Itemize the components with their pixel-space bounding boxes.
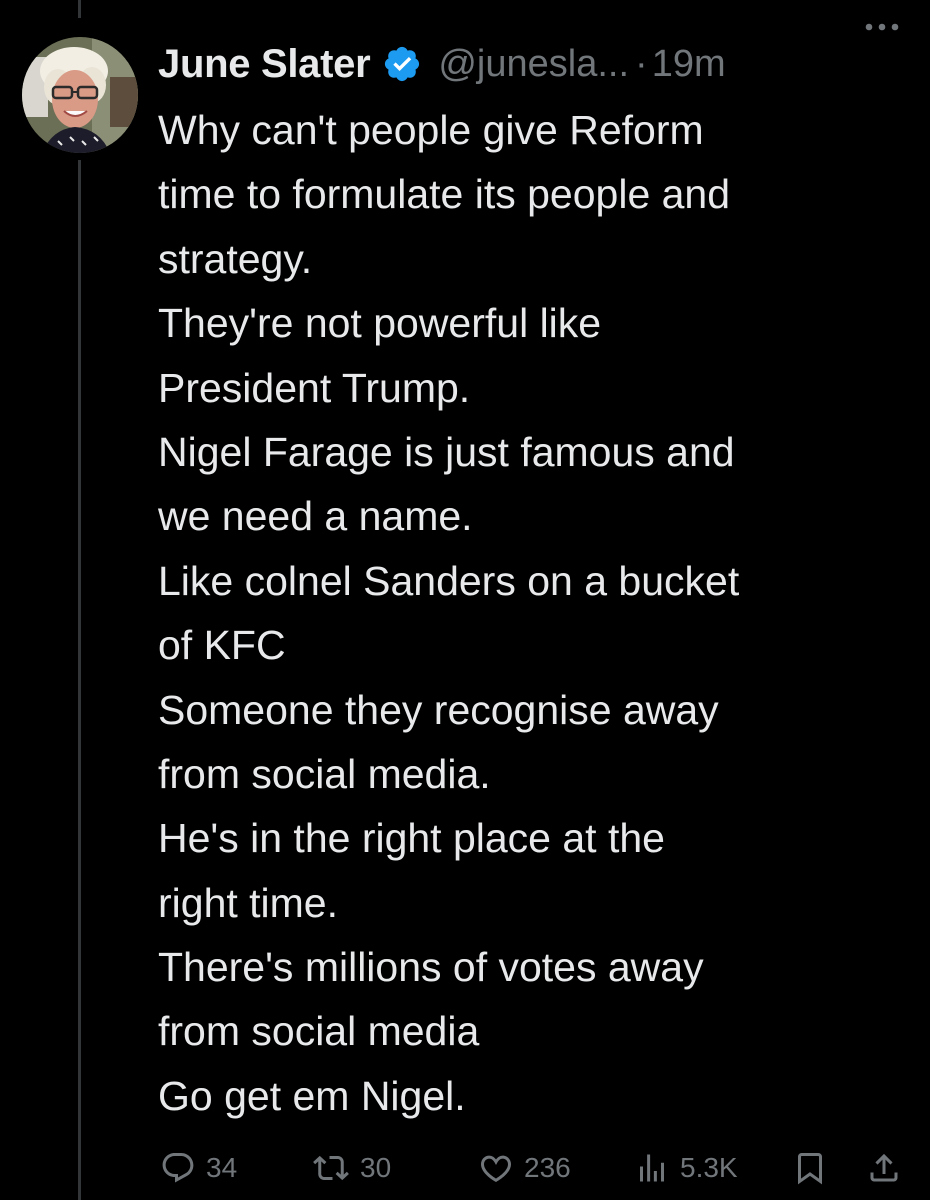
repost-icon [313,1155,349,1181]
share-button[interactable] [866,1145,902,1191]
views-count: 5.3K [680,1152,738,1183]
heart-icon [481,1155,511,1182]
reply-count: 34 [206,1152,238,1183]
thread-line-bottom [78,160,81,1200]
action-bar: 34 30 236 5.3K [0,1145,930,1191]
avatar[interactable] [22,37,138,153]
tweet-line: from social media [158,1008,480,1055]
tweet-line: President Trump. [158,364,471,411]
tweet-line: time to formulate its people and [158,171,731,218]
tweet-line: He's in the right place at the [158,815,665,862]
display-name[interactable]: June Slater [158,42,371,87]
verified-badge-icon[interactable] [382,44,422,84]
like-count: 236 [524,1152,571,1183]
tweet-line: Someone they recognise away [158,686,719,733]
tweet-line: strategy. [158,235,313,282]
timestamp[interactable]: 19m [652,43,726,86]
tweet-line: right time. [158,879,338,926]
tweet-line: Like colnel Sanders on a bucket [158,557,740,604]
like-button[interactable]: 236 [478,1145,571,1191]
views-icon [640,1154,664,1182]
user-handle[interactable]: @junesla... [438,43,629,86]
tweet-text: Why can't people give Reform time to for… [158,98,898,1128]
tweet-line: Why can't people give Reform [158,107,704,153]
tweet-line: There's millions of votes away [158,944,704,991]
more-options-icon[interactable] [864,20,900,34]
bookmark-button[interactable] [792,1145,828,1191]
reply-button[interactable]: 34 [160,1145,237,1191]
views-button[interactable]: 5.3K [634,1145,738,1191]
tweet-line: we need a name. [158,493,473,540]
thread-line-top [78,0,81,18]
bookmark-icon [798,1153,822,1185]
repost-count: 30 [360,1152,392,1183]
reply-icon [162,1153,194,1183]
tweet-line: from social media. [158,750,491,797]
tweet-line: of KFC [158,622,286,669]
repost-button[interactable]: 30 [312,1145,391,1191]
separator-dot: · [635,42,648,85]
tweet-line: Nigel Farage is just famous and [158,428,735,475]
share-icon [870,1153,898,1182]
tweet-line: They're not powerful like [158,300,602,347]
tweet-header: June Slater @junesla... · 19m [158,36,918,92]
tweet-line: Go get em Nigel. [158,1072,466,1119]
avatar-image [22,37,138,153]
